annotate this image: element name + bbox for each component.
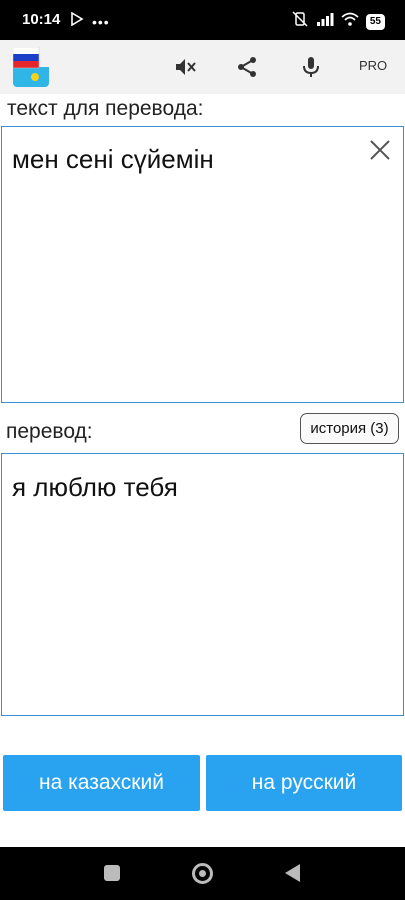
- to-russian-button[interactable]: на русский: [206, 755, 402, 811]
- pro-button[interactable]: PRO: [359, 58, 387, 73]
- microphone-icon[interactable]: [297, 53, 325, 81]
- recents-icon[interactable]: [104, 865, 120, 881]
- vibrate-off-icon: [291, 11, 309, 32]
- status-bar: 10:14 ••• 55: [0, 0, 405, 40]
- source-label: текст для перевода:: [7, 97, 204, 120]
- translation-text: я люблю тебя: [12, 472, 178, 502]
- play-store-icon: [70, 11, 84, 31]
- status-time: 10:14: [22, 11, 61, 28]
- history-button[interactable]: история (3): [300, 413, 399, 444]
- system-nav-bar: [0, 847, 405, 900]
- wifi-icon: [341, 12, 359, 31]
- source-text: мен сені сүйемін: [12, 144, 214, 174]
- back-icon[interactable]: [285, 864, 300, 882]
- translation-text-field[interactable]: я люблю тебя: [1, 453, 404, 716]
- home-icon[interactable]: [192, 863, 213, 884]
- app-toolbar: PRO: [0, 40, 405, 94]
- to-kazakh-button[interactable]: на казахский: [3, 755, 200, 811]
- clear-icon[interactable]: [367, 137, 393, 163]
- mute-sound-icon[interactable]: [171, 53, 199, 81]
- source-text-field[interactable]: мен сені сүйемін: [1, 126, 404, 403]
- battery-indicator: 55: [365, 13, 385, 30]
- translation-label: перевод:: [6, 420, 93, 443]
- more-notifications-icon: •••: [92, 13, 110, 30]
- app-logo-flags-icon: [13, 47, 49, 87]
- share-icon[interactable]: [233, 53, 261, 81]
- signal-icon: [316, 12, 334, 31]
